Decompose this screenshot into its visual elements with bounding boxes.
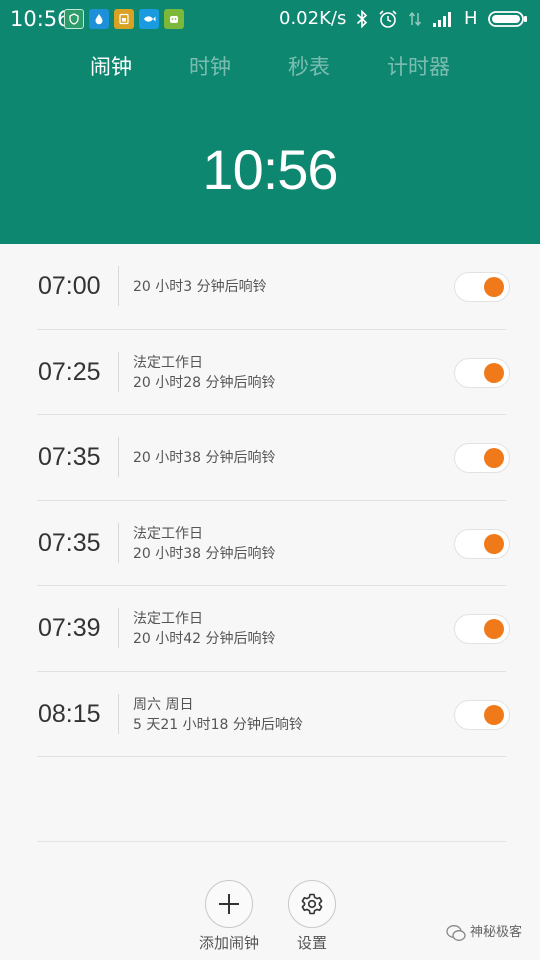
header-panel: 10:56 0.02K/s H 闹钟 时钟 秒表 计时器 10:56 xyxy=(0,0,540,244)
alarm-time: 07:35 xyxy=(38,443,101,471)
alarm-toggle[interactable] xyxy=(454,528,510,559)
alarm-repeat: 法定工作日 xyxy=(133,611,203,627)
alarm-time: 08:15 xyxy=(38,699,101,728)
watermark: 神秘极客 xyxy=(446,924,522,942)
sim-app-icon xyxy=(114,9,134,29)
data-arrows-icon xyxy=(408,9,422,29)
add-alarm-button[interactable] xyxy=(205,880,253,928)
alarm-countdown: 20 小时3 分钟后响铃 xyxy=(133,279,267,295)
alarm-row[interactable]: 07:35 20 小时38 分钟后响铃 xyxy=(0,415,540,501)
alarm-repeat: 法定工作日 xyxy=(133,525,203,542)
alarm-separator xyxy=(118,351,119,392)
alarm-toggle[interactable] xyxy=(454,699,510,730)
status-icons-right: H xyxy=(356,6,528,32)
alarm-toggle[interactable] xyxy=(454,357,510,388)
toggle-knob xyxy=(484,533,504,554)
alarm-countdown: 20 小时38 分钟后响铃 xyxy=(133,545,276,562)
status-bar: 10:56 0.02K/s H xyxy=(0,0,540,38)
drop-app-icon xyxy=(89,9,109,29)
robot-app-icon xyxy=(164,9,184,29)
alarm-countdown: 5 天21 小时18 分钟后响铃 xyxy=(133,716,303,733)
alarm-repeat: 周六 周日 xyxy=(133,696,194,713)
settings-label: 设置 xyxy=(296,934,327,952)
add-alarm-label: 添加闹钟 xyxy=(198,934,259,952)
alarm-separator xyxy=(118,693,119,734)
notification-icons xyxy=(64,9,184,29)
wechat-icon xyxy=(446,925,466,941)
alarm-row[interactable]: 08:15 周六 周日 5 天21 小时18 分钟后响铃 xyxy=(0,672,540,757)
alarm-row[interactable]: 07:39 法定工作日 20 小时42 分钟后响铃 xyxy=(0,586,540,672)
alarm-time: 07:00 xyxy=(38,272,101,300)
alarm-toggle[interactable] xyxy=(454,272,510,302)
alarm-countdown: 20 小时28 分钟后响铃 xyxy=(133,374,276,391)
alarm-repeat: 法定工作日 xyxy=(133,354,203,371)
current-time-display: 10:56 xyxy=(202,138,338,201)
watermark-text: 神秘极客 xyxy=(470,925,523,940)
alarm-time: 07:39 xyxy=(38,614,101,642)
network-speed: 0.02K/s xyxy=(279,8,347,29)
alarm-separator xyxy=(118,266,119,306)
shield-app-icon xyxy=(64,9,84,29)
alarm-separator xyxy=(118,608,119,648)
alarm-toggle[interactable] xyxy=(454,443,510,473)
status-time: 10:56 xyxy=(10,7,71,31)
bluetooth-icon xyxy=(356,9,368,29)
bottom-divider xyxy=(37,841,506,842)
plus-icon xyxy=(219,894,239,914)
alarm-separator xyxy=(118,437,119,477)
fish-app-icon xyxy=(139,9,159,29)
row-divider xyxy=(37,756,506,757)
alarm-time: 07:35 xyxy=(38,528,101,557)
alarm-countdown: 20 小时42 分钟后响铃 xyxy=(133,631,276,647)
toggle-knob xyxy=(484,448,504,468)
alarm-row[interactable]: 07:25 法定工作日 20 小时28 分钟后响铃 xyxy=(0,330,540,415)
tab-world-clock[interactable]: 时钟 xyxy=(189,52,231,82)
alarm-clock-icon xyxy=(378,9,398,29)
alarm-separator xyxy=(118,522,119,563)
alarm-countdown: 20 小时38 分钟后响铃 xyxy=(133,450,276,466)
alarm-row[interactable]: 07:35 法定工作日 20 小时38 分钟后响铃 xyxy=(0,501,540,586)
tab-alarm[interactable]: 闹钟 xyxy=(90,52,132,82)
gear-icon xyxy=(301,893,323,915)
network-type: H xyxy=(464,8,478,29)
signal-icon xyxy=(432,10,454,28)
tab-stopwatch[interactable]: 秒表 xyxy=(288,52,330,82)
toggle-knob xyxy=(484,619,504,639)
battery-icon xyxy=(487,10,528,28)
tab-timer[interactable]: 计时器 xyxy=(387,52,450,82)
toggle-knob xyxy=(484,704,504,725)
alarm-toggle[interactable] xyxy=(454,614,510,644)
alarm-row[interactable]: 07:00 20 小时3 分钟后响铃 xyxy=(0,244,540,330)
alarm-time: 07:25 xyxy=(38,357,101,386)
alarm-list: 07:00 20 小时3 分钟后响铃 07:25 法定工作日 20 小时28 分… xyxy=(0,244,540,757)
tab-bar: 闹钟 时钟 秒表 计时器 xyxy=(0,52,540,86)
toggle-knob xyxy=(484,362,504,383)
toggle-knob xyxy=(484,277,504,297)
settings-button[interactable] xyxy=(288,880,336,928)
